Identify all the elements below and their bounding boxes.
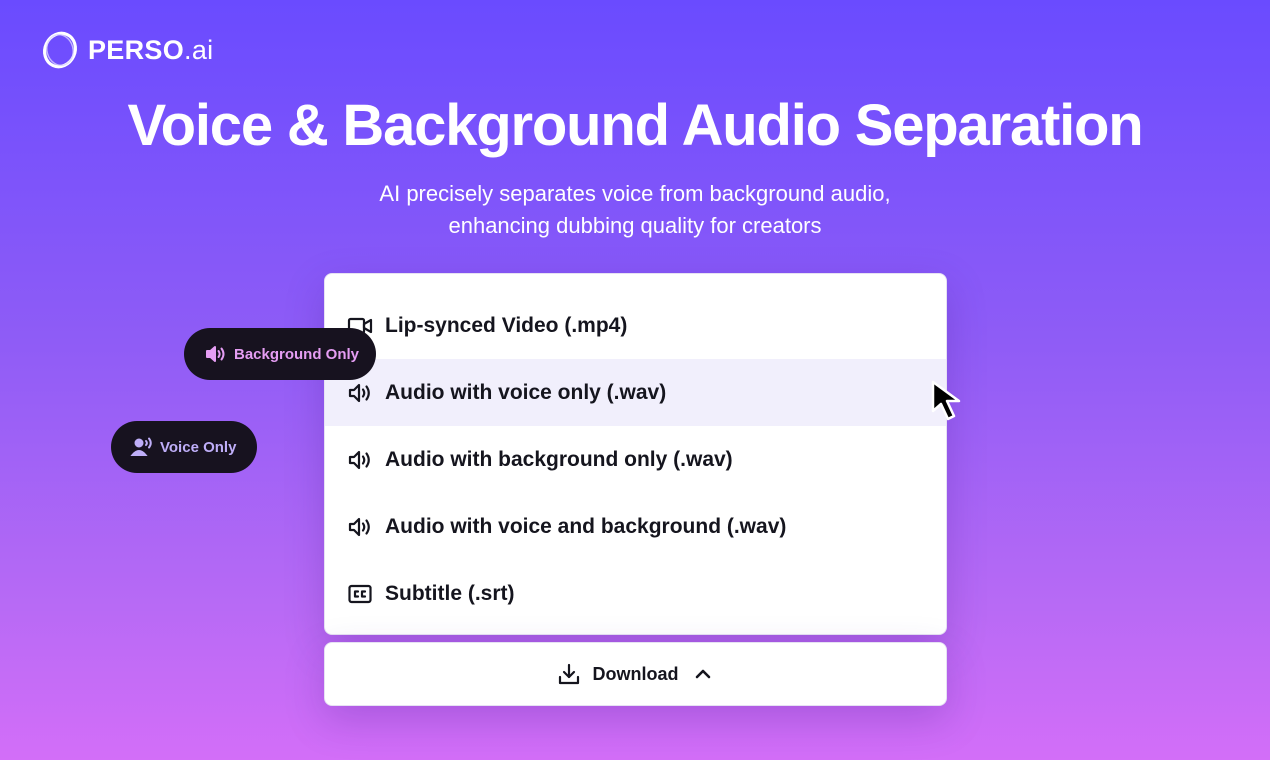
subtitle-line-2: enhancing dubbing quality for creators [448, 213, 822, 238]
person-speaking-icon [130, 437, 152, 456]
chevron-up-icon [695, 669, 710, 679]
download-icon [558, 663, 579, 685]
menu-item-lip-synced-video[interactable]: Lip-synced Video (.mp4) [325, 292, 946, 359]
menu-item-voice-only[interactable]: Audio with voice only (.wav) [325, 359, 946, 426]
menu-item-label: Lip-synced Video (.mp4) [385, 313, 628, 337]
perso-logo-icon [43, 31, 77, 69]
menu-item-label: Audio with background only (.wav) [385, 447, 733, 471]
page-subtitle: AI precisely separates voice from backgr… [0, 178, 1270, 242]
voice-only-tag: Voice Only [111, 421, 257, 473]
mouse-cursor-icon [931, 380, 961, 421]
menu-item-voice-and-background[interactable]: Audio with voice and background (.wav) [325, 493, 946, 560]
menu-item-label: Audio with voice only (.wav) [385, 380, 667, 404]
menu-item-subtitle[interactable]: Subtitle (.srt) [325, 560, 946, 627]
speaker-icon [206, 346, 225, 362]
brand-logo[interactable]: PERSO.ai [40, 30, 213, 70]
speaker-icon [348, 383, 370, 402]
speaker-icon [348, 517, 370, 536]
subtitle-line-1: AI precisely separates voice from backgr… [379, 181, 891, 206]
menu-item-label: Audio with voice and background (.wav) [385, 514, 787, 538]
background-only-label: Background Only [234, 345, 360, 363]
menu-item-background-only[interactable]: Audio with background only (.wav) [325, 426, 946, 493]
voice-only-label: Voice Only [160, 438, 237, 456]
background-only-tag: Background Only [184, 328, 376, 380]
download-button-label: Download [592, 663, 679, 684]
download-button[interactable]: Download [324, 642, 947, 706]
brand-name: PERSO.ai [88, 34, 214, 65]
menu-item-label: Subtitle (.srt) [385, 581, 515, 605]
download-options-menu: Lip-synced Video (.mp4) Audio with voice… [324, 273, 947, 635]
speaker-icon [348, 450, 370, 469]
page-title: Voice & Background Audio Separation [127, 93, 1143, 158]
closed-captions-icon [348, 584, 372, 603]
